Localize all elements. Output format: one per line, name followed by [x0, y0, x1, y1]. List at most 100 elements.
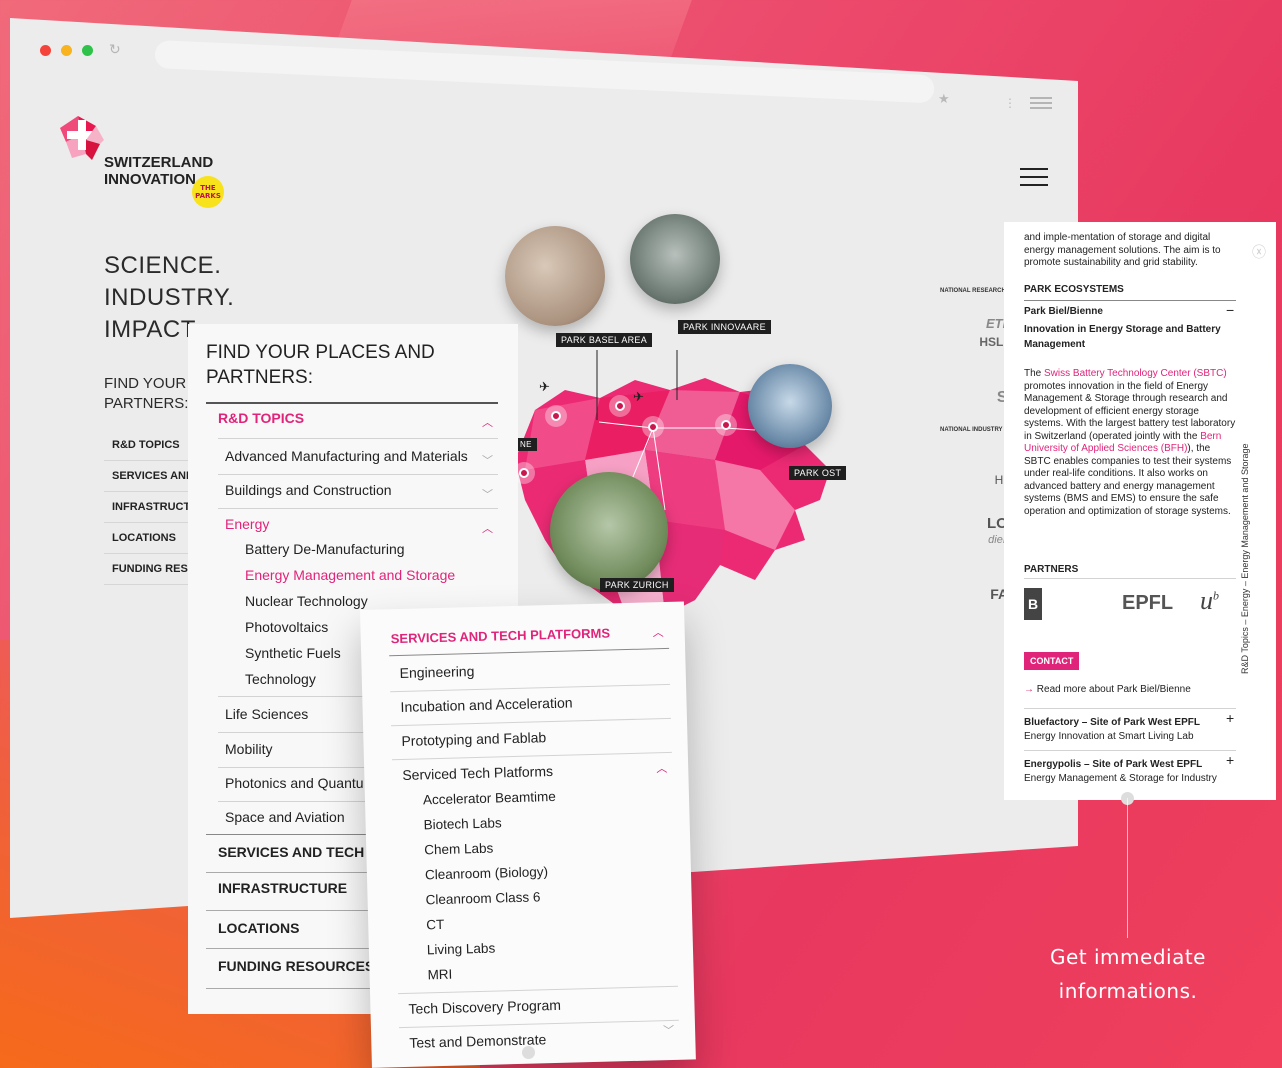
service-item[interactable]: Engineering	[399, 663, 474, 681]
platform-sub-item[interactable]: MRI	[427, 967, 452, 983]
park-name[interactable]: Park Biel/Bienne	[1024, 306, 1103, 317]
partner-logos-column: NATIONAL RESEARCH I ETH HSLU SI NATIONAL…	[940, 288, 1012, 602]
park-ost-label[interactable]: PARK OST	[789, 466, 847, 480]
minimize-window-dot[interactable]	[61, 44, 72, 56]
map-edge-label: NE	[515, 438, 537, 451]
service-item[interactable]: Incubation and Acceleration	[400, 694, 572, 714]
eth-logo: ETH	[986, 316, 1012, 331]
close-icon[interactable]: ⓧ	[1252, 242, 1266, 262]
divider	[1024, 300, 1236, 301]
service-item[interactable]: Tech Discovery Program	[408, 997, 561, 1017]
service-item[interactable]: Prototyping and Fablab	[401, 729, 546, 749]
maximize-window-dot[interactable]	[82, 44, 93, 56]
topic-energy[interactable]: Energy	[225, 516, 269, 532]
map-pin[interactable]	[715, 414, 737, 436]
park-description: The Swiss Battery Technology Center (SBT…	[1024, 368, 1236, 517]
divider	[218, 474, 498, 475]
platform-sub-item[interactable]: Cleanroom Class 6	[425, 889, 540, 907]
divider	[1024, 750, 1236, 751]
park-innovaare-photo[interactable]	[630, 214, 720, 304]
fai-logo: FAI	[990, 586, 1012, 602]
divider	[206, 402, 498, 404]
park-zurich-label[interactable]: PARK ZURICH	[600, 578, 674, 592]
platform-sub-item[interactable]: Cleanroom (Biology)	[425, 864, 548, 882]
partners-heading: PARTNERS	[1024, 564, 1079, 575]
chevron-up-icon[interactable]: ︿	[652, 624, 664, 640]
category-funding[interactable]: FUNDING RESOURCES	[218, 958, 374, 974]
more-icon[interactable]: ⋮	[1004, 96, 1016, 110]
park-zurich-photo[interactable]	[550, 472, 668, 590]
chevron-down-icon[interactable]: ﹀	[663, 1022, 674, 1038]
chevron-up-icon[interactable]: ︿	[482, 520, 493, 536]
divider	[218, 508, 498, 509]
topic-item[interactable]: Space and Aviation	[225, 809, 345, 825]
category-services[interactable]: SERVICES AND TECH P	[218, 844, 377, 860]
chevron-down-icon[interactable]: ﹀	[482, 452, 493, 468]
category-infrastructure[interactable]: INFRASTRUCTURE	[218, 880, 347, 896]
si-logo: SI	[940, 389, 1012, 407]
national-research-label: NATIONAL RESEARCH I	[940, 288, 1010, 294]
bottom-callout-dot	[522, 1046, 535, 1059]
map-pin[interactable]	[545, 405, 567, 427]
site-item[interactable]: Bluefactory – Site of Park West EPFL Ene…	[1024, 716, 1200, 744]
collapse-icon[interactable]: −	[1226, 302, 1234, 318]
contact-button[interactable]: CONTACT	[1024, 652, 1080, 670]
browser-menu-icon[interactable]	[1030, 94, 1052, 112]
energy-sub-item[interactable]: Photovoltaics	[245, 619, 328, 635]
reload-icon[interactable]: ↻	[109, 42, 121, 58]
category-locations[interactable]: LOCATIONS	[218, 920, 299, 936]
read-more-link[interactable]: → Read more about Park Biel/Bienne	[1024, 684, 1191, 695]
unibe-logo: ub	[1200, 586, 1219, 615]
park-ost-photo[interactable]	[748, 364, 832, 448]
site-item[interactable]: Energypolis – Site of Park West EPFL Ene…	[1024, 758, 1217, 786]
park-basel-photo[interactable]	[505, 226, 605, 326]
expand-icon[interactable]: +	[1226, 752, 1234, 768]
site-menu-icon[interactable]	[1020, 162, 1048, 192]
chevron-up-icon[interactable]: ︿	[482, 414, 493, 430]
park-subtitle: Innovation in Energy Storage and Battery…	[1024, 324, 1221, 350]
divider	[389, 647, 670, 657]
expand-icon[interactable]: +	[1226, 710, 1234, 726]
close-window-dot[interactable]	[40, 44, 51, 56]
parks-badge: THE PARKS	[192, 176, 224, 208]
rd-topics-heading[interactable]: R&D TOPICS	[218, 410, 304, 426]
star-icon[interactable]: ★	[938, 92, 950, 107]
topic-item[interactable]: Photonics and Quantu	[225, 775, 364, 791]
platform-sub-item[interactable]: Biotech Labs	[423, 815, 501, 832]
park-innovaare-label[interactable]: PARK INNOVAARE	[678, 320, 771, 334]
topic-item[interactable]: Mobility	[225, 741, 272, 757]
background-nav-label: FIND YOUR P PARTNERS:	[104, 375, 201, 412]
platform-sub-item[interactable]: Accelerator Beamtime	[423, 789, 556, 807]
divider	[1024, 708, 1236, 709]
callout-line	[1127, 798, 1128, 938]
divider	[391, 751, 672, 761]
hc-logo: HC	[994, 473, 1012, 487]
topic-item[interactable]: Buildings and Construction	[225, 482, 392, 498]
bfh-logo: B	[1024, 588, 1042, 620]
hero-line-1: SCIENCE.	[104, 252, 222, 279]
energy-sub-item[interactable]: Synthetic Fuels	[245, 645, 341, 661]
divider	[218, 438, 498, 439]
platform-sub-item[interactable]: Chem Labs	[424, 841, 493, 858]
hero-line-3: IMPACT.	[104, 316, 201, 343]
site-logo[interactable]: SWITZERLAND INNOVATION THE PARKS	[52, 110, 242, 230]
service-platforms[interactable]: Serviced Tech Platforms	[402, 763, 553, 783]
services-heading[interactable]: SERVICES AND TECH PLATFORMS	[391, 625, 611, 646]
topic-item[interactable]: Advanced Manufacturing and Materials	[225, 448, 468, 464]
platform-sub-item[interactable]: Living Labs	[427, 941, 496, 958]
topic-item[interactable]: Life Sciences	[225, 706, 308, 722]
platform-sub-item[interactable]: CT	[426, 917, 444, 932]
sbtc-link[interactable]: Swiss Battery Technology Center (SBTC)	[1044, 368, 1227, 379]
national-industry-label: NATIONAL INDUSTRY I	[940, 427, 1006, 433]
energy-sub-item[interactable]: Technology	[245, 671, 316, 687]
energy-sub-item-active[interactable]: Energy Management and Storage	[245, 567, 455, 583]
energy-sub-item[interactable]: Battery De-Manufacturing	[245, 541, 405, 557]
chevron-up-icon[interactable]: ︿	[656, 760, 667, 776]
divider	[398, 985, 678, 995]
energy-sub-item[interactable]: Nuclear Technology	[245, 593, 368, 609]
chevron-down-icon[interactable]: ﹀	[482, 486, 493, 502]
park-basel-label[interactable]: PARK BASEL AREA	[556, 333, 653, 347]
swiss-cross-logo-icon	[60, 116, 104, 160]
map-pin[interactable]	[642, 416, 664, 438]
map-pin[interactable]	[609, 395, 631, 417]
